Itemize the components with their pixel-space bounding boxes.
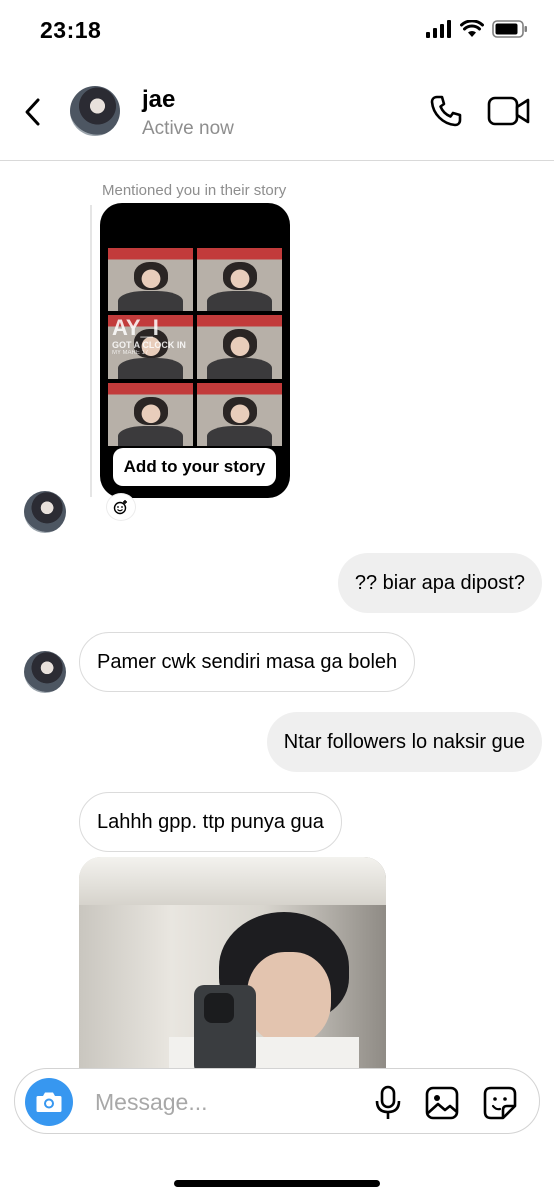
sender-avatar[interactable] [24,491,66,533]
message-bubble-received[interactable]: Pamer cwk sendiri masa ga boleh [79,632,416,692]
react-button[interactable] [107,494,135,520]
story-photo [197,248,282,312]
story-photo [108,382,193,446]
photo-message[interactable] [79,857,386,1072]
story-overlay-title: AY_I [112,315,159,340]
home-indicator [174,1180,380,1187]
status-icons [426,20,528,38]
story-mention-label: Mentioned you in their story [102,182,287,199]
battery-icon [492,20,527,38]
add-reaction-icon [113,500,127,515]
message-composer [14,1068,540,1134]
camera-button[interactable] [25,1078,73,1126]
message-bubble-sent[interactable]: Ntar followers lo naksir gue [266,712,542,772]
microphone-icon[interactable] [373,1085,403,1121]
back-button[interactable] [18,94,48,130]
signal-icon [426,20,451,38]
story-overlay-caption: MY MARE 17 [112,350,149,356]
message-bubble-sent[interactable]: ?? biar apa dipost? [337,553,542,613]
story-photo [108,248,193,312]
story-photo [197,382,282,446]
message-input[interactable] [95,1085,355,1119]
contact-status: Active now [142,118,234,139]
phone-call-icon[interactable] [428,93,464,129]
story-photo [197,315,282,379]
story-preview[interactable]: AY_I GOT A CLOCK IN MY MARE 17 Add to yo… [100,203,290,498]
contact-avatar[interactable] [70,86,120,136]
contact-name[interactable]: jae [142,86,175,114]
add-to-story-button[interactable]: Add to your story [113,448,276,486]
sender-avatar[interactable] [24,651,66,693]
wifi-icon [460,20,484,37]
sticker-icon[interactable] [483,1086,517,1120]
story-reply-line [90,205,92,497]
camera-icon [36,1092,62,1112]
story-overlay-subtitle: GOT A CLOCK IN [112,340,186,350]
status-time: 23:18 [40,17,102,43]
message-bubble-received[interactable]: Lahhh gpp. ttp punya gua [79,792,342,852]
chat-header: jae Active now [0,68,554,161]
video-call-icon[interactable] [487,95,531,127]
gallery-icon[interactable] [425,1086,459,1120]
